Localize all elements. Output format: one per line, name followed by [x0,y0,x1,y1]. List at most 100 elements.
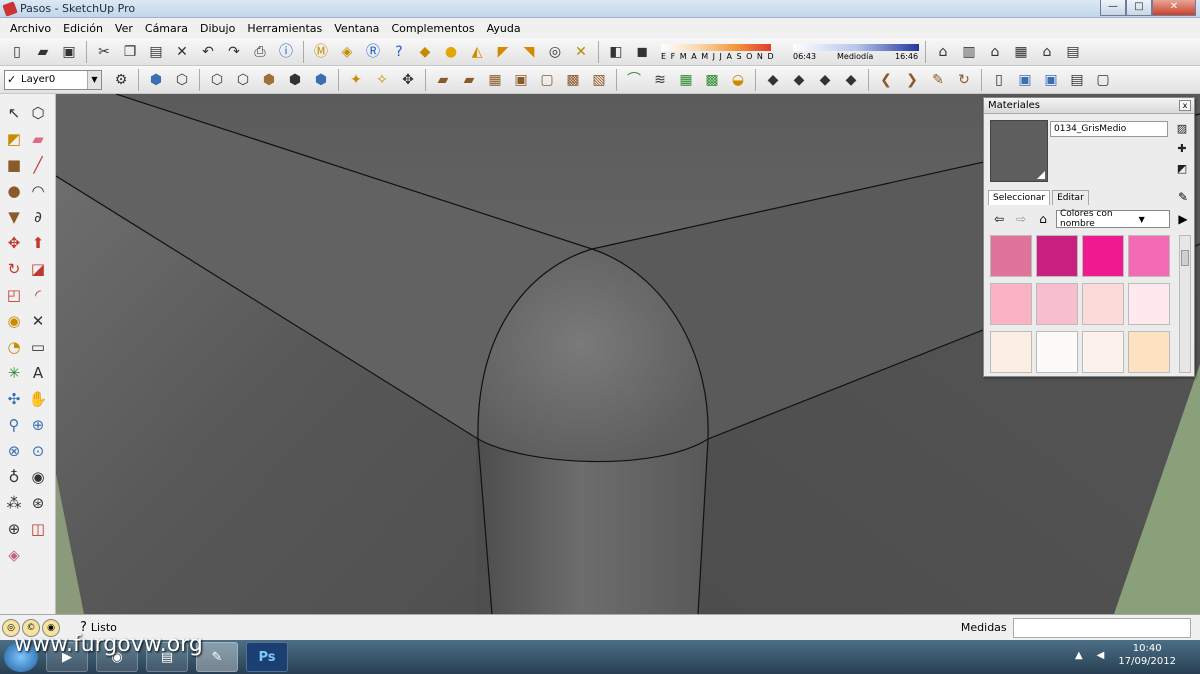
house-left-icon[interactable]: ▤ [1062,41,1084,63]
shaded-icon[interactable]: ⬡ [232,69,254,91]
zoom-icon[interactable]: ⚲ [2,413,26,437]
freehand-icon[interactable]: ∂ [26,205,50,229]
material-m-icon[interactable]: Ⓜ [310,41,332,63]
tab-seleccionar[interactable]: Seleccionar [988,190,1051,205]
layer-manager-icon[interactable]: ⚙ [110,69,132,91]
create-material-icon[interactable]: ▨ [1174,121,1190,137]
default-material-icon[interactable]: ✚ [1174,141,1190,157]
zoom-extents-icon[interactable]: ⊗ [2,439,26,463]
lookaround-icon[interactable]: ◉ [26,465,50,489]
text-icon[interactable]: ▭ [26,335,50,359]
terrain-f-icon[interactable]: ▩ [562,69,584,91]
undo-icon[interactable]: ↶ [197,41,219,63]
house-iso-icon[interactable]: ⌂ [932,41,954,63]
house-side-icon[interactable]: ▦ [1010,41,1032,63]
swatch-scrollbar[interactable] [1179,235,1191,373]
menu-ver[interactable]: Ver [109,22,139,35]
redo-icon[interactable]: ↷ [223,41,245,63]
tool-e-icon[interactable]: ✕ [570,41,592,63]
measurements-input[interactable] [1012,617,1191,638]
render-icon[interactable]: Ⓡ [362,41,384,63]
chevron-down-icon[interactable]: ▼ [87,70,101,89]
terrain-a-icon[interactable]: ▰ [432,69,454,91]
material-swatch[interactable] [1036,283,1078,325]
tray-arrow-icon[interactable]: ▲ [1075,650,1083,661]
material-swatch[interactable] [1036,331,1078,373]
open-icon[interactable]: ▰ [32,41,54,63]
help-icon[interactable]: ? [388,41,410,63]
collection-dropdown[interactable]: Colores con nombre ▼ [1056,209,1170,229]
tool-a-icon[interactable]: ◭ [466,41,488,63]
paint-icon[interactable]: ◩ [2,127,26,151]
date-slider[interactable] [661,43,771,51]
scroll-thumb[interactable] [1181,250,1189,266]
house-top-icon[interactable]: ⌂ [984,41,1006,63]
terrain-c-icon[interactable]: ▦ [484,69,506,91]
print-icon[interactable]: ⎙ [249,41,271,63]
eraser-icon[interactable]: ▰ [26,127,50,151]
walk-icon2[interactable]: ⁂ [2,491,26,515]
knife-icon[interactable]: ❯ [901,69,923,91]
layer-dropdown[interactable]: ✓ Layer0 ▼ [4,69,102,90]
material-swatch[interactable] [1128,235,1170,277]
plane-d-icon[interactable]: ◆ [840,69,862,91]
eyedropper-icon[interactable]: ✎ [1178,190,1188,204]
tool-d-icon[interactable]: ◎ [544,41,566,63]
plane-c-icon[interactable]: ◆ [814,69,836,91]
shadow-toggle-icon[interactable]: ◼ [631,41,653,63]
menu-ayuda[interactable]: Ayuda [481,22,527,35]
sketch-icon[interactable]: ◫ [26,517,50,541]
time-slider[interactable] [793,43,919,51]
select-icon[interactable]: ↖ [2,101,26,125]
volume-icon[interactable]: ◀ [1097,650,1105,661]
position-icon[interactable]: ♁ [2,465,26,489]
plane-a-icon[interactable]: ◆ [762,69,784,91]
back-icon[interactable]: ⇦ [990,212,1008,226]
door-e-icon[interactable]: ▢ [1092,69,1114,91]
menu-edicion[interactable]: Edición [57,22,109,35]
rotate-icon[interactable]: ↻ [2,257,26,281]
menu-ventana[interactable]: Ventana [328,22,385,35]
material-swatch[interactable] [990,283,1032,325]
sphere-icon[interactable]: ● [440,41,462,63]
layer-tag-icon[interactable]: ◆ [414,41,436,63]
protractor-icon[interactable]: ◔ [2,335,26,359]
followme-icon[interactable]: ◪ [26,257,50,281]
new-icon[interactable]: ▯ [6,41,28,63]
photo-match-icon[interactable]: ◈ [2,543,26,567]
cloth-icon[interactable]: ≋ [649,69,671,91]
material-swatch[interactable] [1036,235,1078,277]
polygon-icon[interactable]: ▼ [2,205,26,229]
offset-icon[interactable]: ◜ [26,283,50,307]
panel-close-button[interactable]: x [1179,100,1191,111]
material-name-field[interactable]: 0134_GrisMedio [1050,121,1168,137]
component-icon[interactable]: ⬡ [26,101,50,125]
axes-icon[interactable]: ✳ [2,361,26,385]
pen-icon[interactable]: ✎ [927,69,949,91]
door-a-icon[interactable]: ▯ [988,69,1010,91]
tag-icon[interactable]: ◈ [336,41,358,63]
look-icon[interactable]: ✧ [371,69,393,91]
copy-icon[interactable]: ❐ [119,41,141,63]
save-icon[interactable]: ▣ [58,41,80,63]
material-swatch[interactable] [1128,331,1170,373]
material-swatch[interactable] [990,331,1032,373]
clock[interactable]: 10:40 17/09/2012 [1118,642,1176,668]
house-front-icon[interactable]: ▥ [958,41,980,63]
circle-icon[interactable]: ● [2,179,26,203]
model-info-icon[interactable]: ⓘ [275,41,297,63]
material-swatch[interactable] [1082,235,1124,277]
current-material-swatch[interactable] [990,120,1048,182]
pushpull-icon[interactable]: ⬆ [26,231,50,255]
chevron-down-icon[interactable]: ▼ [1115,215,1170,224]
material-swatch[interactable] [990,235,1032,277]
tab-editar[interactable]: Editar [1052,190,1089,205]
walk-icon[interactable]: ✦ [345,69,367,91]
material-swatch[interactable] [1082,283,1124,325]
material-swatch[interactable] [1128,283,1170,325]
sandbox-icon[interactable]: ◒ [727,69,749,91]
monochrome-icon[interactable]: ⬢ [284,69,306,91]
cut-icon[interactable]: ✂ [93,41,115,63]
minimize-button[interactable]: — [1100,0,1126,16]
door-b-icon[interactable]: ▣ [1014,69,1036,91]
